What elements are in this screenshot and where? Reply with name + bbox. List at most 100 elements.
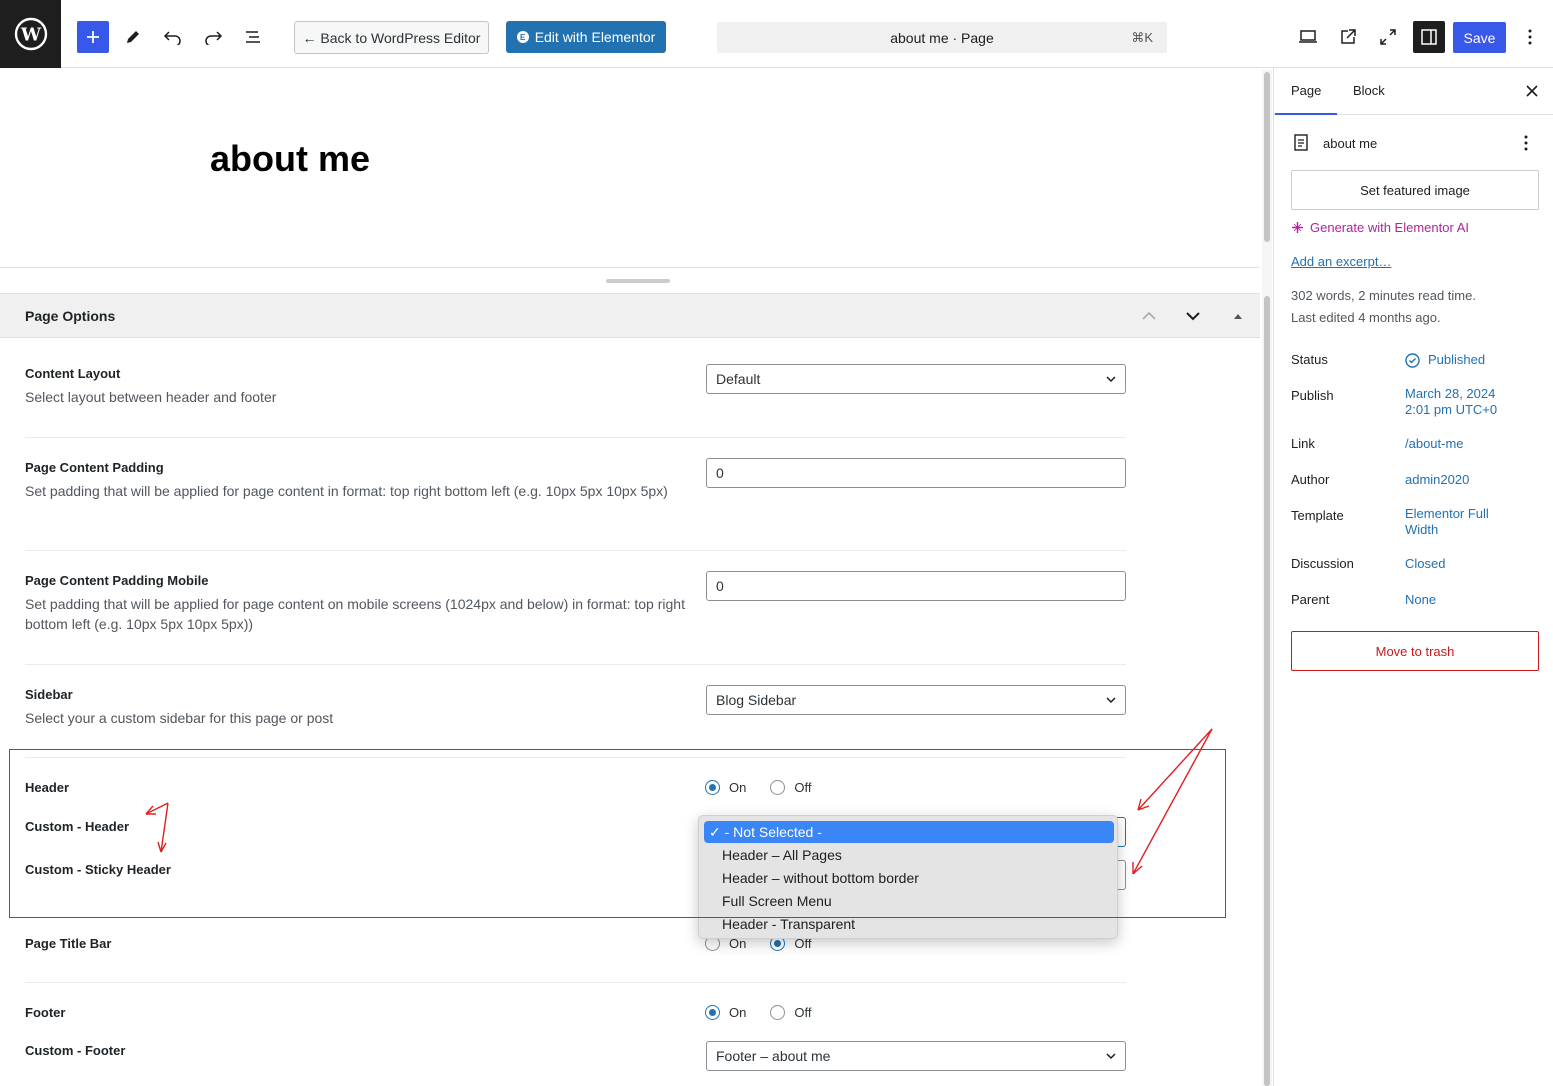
metabox-resize-handle[interactable]: [606, 279, 670, 283]
page-title-bar-label: Page Title Bar: [25, 936, 112, 951]
edit-with-elementor-label: Edit with Elementor: [534, 29, 656, 45]
command-palette-bar[interactable]: about me · Page ⌘K: [717, 22, 1167, 53]
more-options-icon[interactable]: [1514, 21, 1546, 53]
custom-footer-value: Footer – about me: [716, 1048, 831, 1064]
status-value[interactable]: Published: [1405, 352, 1535, 368]
move-down-icon[interactable]: [1183, 306, 1203, 326]
settings-sidebar-icon[interactable]: [1413, 21, 1445, 53]
discussion-label: Discussion: [1291, 556, 1354, 571]
more-actions-icon[interactable]: [1524, 135, 1528, 151]
content-layout-label: Content Layout: [25, 366, 121, 381]
footer-label: Footer: [25, 1005, 66, 1020]
template-value[interactable]: Elementor Full Width: [1405, 506, 1505, 538]
status-value-label: Published: [1428, 352, 1486, 367]
radio-unchecked-icon[interactable]: [770, 1005, 786, 1020]
published-check-icon: [1405, 352, 1420, 368]
header-off-radio[interactable]: Off: [770, 780, 811, 795]
redo-icon[interactable]: [197, 21, 229, 53]
close-icon[interactable]: [1522, 81, 1542, 101]
back-to-wordpress-button[interactable]: ← Back to WordPress Editor: [294, 21, 489, 54]
editor-canvas: about me: [0, 68, 1260, 268]
fullscreen-icon[interactable]: [1372, 21, 1404, 53]
save-button[interactable]: Save: [1453, 22, 1506, 53]
custom-footer-select[interactable]: Footer – about me: [706, 1041, 1126, 1071]
sidebar-option-label: Sidebar: [25, 687, 73, 702]
svg-text:W: W: [19, 25, 41, 46]
undo-icon[interactable]: [157, 21, 189, 53]
page-title[interactable]: about me: [210, 138, 370, 180]
edit-with-elementor-button[interactable]: E Edit with Elementor: [506, 21, 666, 53]
move-to-trash-button[interactable]: Move to trash: [1291, 631, 1539, 671]
editor-scrollbar[interactable]: [1262, 70, 1272, 1086]
metabox-title: Page Options: [25, 308, 116, 324]
header-radio-group: On Off: [705, 780, 811, 795]
footer-radio-group: On Off: [705, 1005, 811, 1020]
padding-mobile-input[interactable]: 0: [706, 571, 1126, 601]
header-on-radio[interactable]: On: [705, 780, 746, 795]
padding-input[interactable]: 0: [706, 458, 1126, 488]
command-bar-title: about me · Page: [890, 30, 994, 46]
option-divider: [25, 437, 1126, 438]
radio-checked-icon[interactable]: [705, 780, 720, 795]
metabox-header[interactable]: Page Options: [0, 294, 1260, 338]
option-divider: [25, 664, 1126, 665]
generate-ai-link[interactable]: Generate with Elementor AI: [1291, 220, 1469, 235]
link-value[interactable]: /about-me: [1405, 436, 1535, 452]
dropdown-option[interactable]: Header – without bottom border: [704, 867, 1114, 889]
option-divider: [25, 982, 1126, 983]
add-block-icon[interactable]: [77, 21, 109, 53]
link-label: Link: [1291, 436, 1315, 451]
parent-value[interactable]: None: [1405, 592, 1535, 608]
external-view-icon[interactable]: [1332, 21, 1364, 53]
check-icon: ✓: [709, 824, 721, 840]
content-layout-select[interactable]: Default: [706, 364, 1126, 394]
padding-mobile-label: Page Content Padding Mobile: [25, 573, 209, 588]
radio-checked-icon[interactable]: [705, 1005, 720, 1020]
chevron-down-icon: [1106, 697, 1116, 704]
publish-label: Publish: [1291, 388, 1334, 403]
set-featured-image-button[interactable]: Set featured image: [1291, 170, 1539, 210]
generate-ai-label: Generate with Elementor AI: [1310, 220, 1469, 235]
desktop-preview-icon[interactable]: [1292, 21, 1324, 53]
tab-block[interactable]: Block: [1353, 83, 1385, 98]
add-excerpt-link[interactable]: Add an excerpt…: [1291, 254, 1391, 269]
document-overview-icon[interactable]: [237, 21, 269, 53]
parent-label: Parent: [1291, 592, 1330, 607]
publish-value[interactable]: March 28, 2024 2:01 pm UTC+0: [1405, 386, 1515, 418]
page-icon: [1294, 134, 1308, 151]
radio-unchecked-icon[interactable]: [770, 780, 786, 795]
wordpress-logo-icon[interactable]: W: [0, 0, 61, 68]
option-divider: [25, 757, 1126, 758]
last-edited-info: Last edited 4 months ago.: [1291, 310, 1441, 325]
scrollbar-thumb-bottom[interactable]: [1264, 296, 1270, 1086]
document-title: about me: [1323, 136, 1378, 151]
footer-on-radio[interactable]: On: [705, 1005, 746, 1020]
sidebar-select[interactable]: Blog Sidebar: [706, 685, 1126, 715]
collapse-toggle-icon[interactable]: [1228, 306, 1248, 326]
status-label: Status: [1291, 352, 1328, 367]
dropdown-option[interactable]: Header – All Pages: [704, 844, 1114, 866]
dropdown-option-label: - Not Selected -: [724, 824, 822, 840]
footer-on-label: On: [729, 1005, 747, 1020]
footer-off-radio[interactable]: Off: [770, 1005, 811, 1020]
author-label: Author: [1291, 472, 1330, 487]
dropdown-option[interactable]: Header - Transparent: [704, 913, 1114, 935]
pencil-icon[interactable]: [117, 21, 149, 53]
sidebar-option-desc: Select your a custom sidebar for this pa…: [25, 710, 334, 726]
sparkle-icon: [1292, 222, 1303, 233]
padding-desc: Set padding that will be applied for pag…: [25, 483, 668, 499]
tab-page[interactable]: Page: [1274, 83, 1338, 115]
discussion-value[interactable]: Closed: [1405, 556, 1535, 572]
footer-off-label: Off: [794, 1005, 812, 1020]
custom-footer-label: Custom - Footer: [25, 1043, 126, 1058]
scrollbar-thumb-top[interactable]: [1264, 72, 1270, 242]
padding-mobile-desc: Set padding that will be applied for pag…: [25, 596, 685, 632]
dropdown-option[interactable]: Full Screen Menu: [704, 890, 1114, 912]
move-up-icon[interactable]: [1139, 306, 1159, 326]
option-divider: [25, 550, 1126, 551]
editor-toolbar: W ← Back to WordPress Editor E Edit with…: [0, 0, 1553, 68]
custom-sticky-header-label: Custom - Sticky Header: [25, 862, 171, 877]
padding-label: Page Content Padding: [25, 460, 164, 475]
author-value[interactable]: admin2020: [1405, 472, 1535, 488]
dropdown-option-selected[interactable]: ✓ - Not Selected -: [704, 821, 1114, 843]
